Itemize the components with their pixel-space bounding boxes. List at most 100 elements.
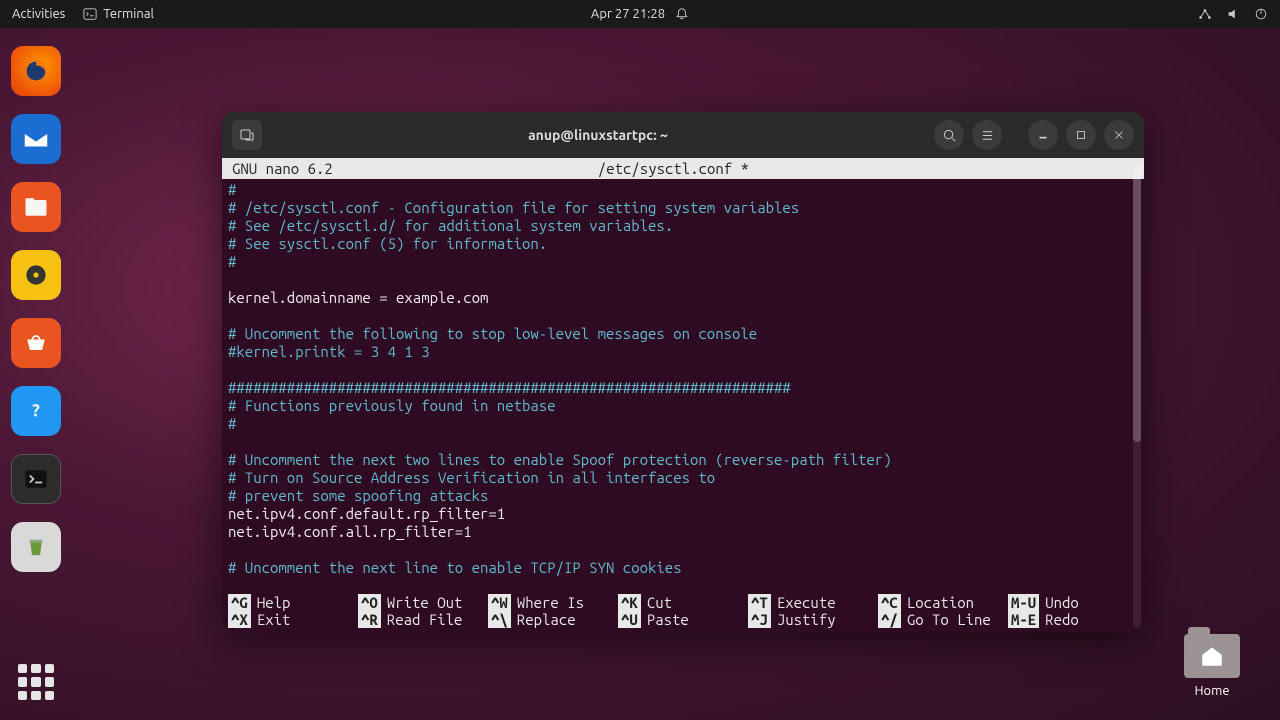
dock-files[interactable]	[11, 182, 61, 232]
active-app-label: Terminal	[103, 7, 154, 21]
active-app[interactable]: Terminal	[83, 7, 154, 21]
shortcut-label: Help	[257, 594, 291, 611]
shortcut: ^X Exit	[228, 611, 358, 628]
dock-thunderbird[interactable]	[11, 114, 61, 164]
terminal-icon	[83, 7, 97, 21]
network-icon[interactable]	[1198, 7, 1212, 21]
shortcut: ^\ Replace	[488, 611, 618, 628]
scrollbar-thumb[interactable]	[1133, 164, 1141, 442]
nano-version: GNU nano 6.2	[232, 160, 333, 177]
editor-line: net.ipv4.conf.default.rp_filter=1	[228, 505, 1138, 523]
editor-line: kernel.domainname = example.com	[228, 289, 1138, 307]
editor-line: # /etc/sysctl.conf - Configuration file …	[228, 199, 1138, 217]
shortcut-label: Exit	[257, 611, 291, 628]
editor-line: # Turn on Source Address Verification in…	[228, 469, 1138, 487]
shortcut-key: ^W	[488, 594, 511, 611]
shortcut-label: Justify	[777, 611, 836, 628]
close-button[interactable]	[1104, 120, 1134, 150]
minimize-button[interactable]	[1028, 120, 1058, 150]
editor-line: #kernel.printk = 3 4 1 3	[228, 343, 1138, 361]
editor-line: # See sysctl.conf (5) for information.	[228, 235, 1138, 253]
terminal-window: anup@linuxstartpc: ~ GNU nano 6.2 /etc/s…	[222, 112, 1144, 632]
shortcut: ^/ Go To Line	[878, 611, 1008, 628]
svg-text:?: ?	[32, 401, 40, 420]
search-button[interactable]	[934, 120, 964, 150]
window-titlebar[interactable]: anup@linuxstartpc: ~	[222, 112, 1144, 158]
editor-line: # Uncomment the following to stop low-le…	[228, 325, 1138, 343]
shortcut-label: Where Is	[517, 594, 584, 611]
shortcut: ^U Paste	[618, 611, 748, 628]
activities-button[interactable]: Activities	[12, 7, 65, 21]
shortcut-key: ^/	[878, 611, 901, 628]
dock-terminal[interactable]	[11, 454, 61, 504]
editor-line	[228, 361, 1138, 379]
editor-line: # Uncomment the next line to enable TCP/…	[228, 559, 1138, 577]
nano-shortcuts: ^G Help ^O Write Out ^W Where Is ^K Cut ^TExecut…	[222, 594, 1144, 632]
shortcut-label: Write Out	[387, 594, 463, 611]
editor-line	[228, 433, 1138, 451]
shortcut-key: ^\	[488, 611, 511, 628]
editor-line: ########################################…	[228, 379, 1138, 397]
shortcut-label: Replace	[517, 611, 576, 628]
shortcut: ^TExecute	[748, 594, 878, 611]
scrollbar[interactable]	[1133, 164, 1141, 628]
power-icon[interactable]	[1254, 7, 1268, 21]
editor-line: # prevent some spoofing attacks	[228, 487, 1138, 505]
dock-trash[interactable]	[11, 522, 61, 572]
shortcut-label: Redo	[1045, 611, 1079, 628]
shortcut-key: ^C	[878, 594, 901, 611]
dock-help[interactable]: ?	[11, 386, 61, 436]
dock-software[interactable]	[11, 318, 61, 368]
editor-line: net.ipv4.conf.all.rp_filter=1	[228, 523, 1138, 541]
shortcut-key: ^O	[358, 594, 381, 611]
shortcut-label: Paste	[647, 611, 689, 628]
shortcut-key: ^R	[358, 611, 381, 628]
shortcut-key: ^U	[618, 611, 641, 628]
shortcut-key: ^X	[228, 611, 251, 628]
editor-line	[228, 307, 1138, 325]
shortcut: ^J Justify	[748, 611, 878, 628]
shortcut-key: ^J	[748, 611, 771, 628]
dock-rhythmbox[interactable]	[11, 250, 61, 300]
top-bar: Activities Terminal Apr 27 21:28	[0, 0, 1280, 28]
shortcut-key: ^K	[618, 594, 641, 611]
shortcut-label: Read File	[387, 611, 463, 628]
shortcut-label: Undo	[1045, 594, 1079, 611]
editor-line: #	[228, 181, 1138, 199]
shortcut: ^K Cut	[618, 594, 748, 611]
editor-line: #	[228, 415, 1138, 433]
shortcut: M-E Redo	[1008, 611, 1138, 628]
clock[interactable]: Apr 27 21:28	[591, 7, 665, 21]
shortcut-key: ^G	[228, 594, 251, 611]
dock: ?	[0, 28, 72, 720]
editor-line: # See /etc/sysctl.d/ for additional syst…	[228, 217, 1138, 235]
editor-line	[228, 541, 1138, 559]
shortcut: ^O Write Out	[358, 594, 488, 611]
bell-icon[interactable]	[675, 7, 689, 21]
editor-line: #	[228, 253, 1138, 271]
volume-icon[interactable]	[1226, 7, 1240, 21]
shortcut: M-UUndo	[1008, 594, 1138, 611]
shortcut: ^G Help	[228, 594, 358, 611]
shortcut: ^R Read File	[358, 611, 488, 628]
folder-icon	[1184, 634, 1240, 678]
hamburger-menu-button[interactable]	[972, 120, 1002, 150]
editor-line: # Uncomment the next two lines to enable…	[228, 451, 1138, 469]
shortcut: ^W Where Is	[488, 594, 618, 611]
shortcut-key: M-E	[1008, 611, 1039, 628]
editor-content[interactable]: ## /etc/sysctl.conf - Configuration file…	[222, 179, 1144, 594]
shortcut-label: Cut	[647, 594, 672, 611]
nano-filename: /etc/sysctl.conf *	[598, 160, 749, 177]
new-tab-button[interactable]	[232, 120, 262, 150]
desktop-home-label: Home	[1194, 684, 1229, 698]
shortcut-label: Location	[907, 594, 974, 611]
editor-line: # Functions previously found in netbase	[228, 397, 1138, 415]
shortcut: ^C Location	[878, 594, 1008, 611]
shortcut-label: Go To Line	[907, 611, 991, 628]
window-title: anup@linuxstartpc: ~	[270, 127, 926, 143]
dock-firefox[interactable]	[11, 46, 61, 96]
desktop-home-icon[interactable]: Home	[1184, 634, 1240, 698]
maximize-button[interactable]	[1066, 120, 1096, 150]
show-apps-button[interactable]	[18, 664, 54, 700]
editor-line	[228, 271, 1138, 289]
